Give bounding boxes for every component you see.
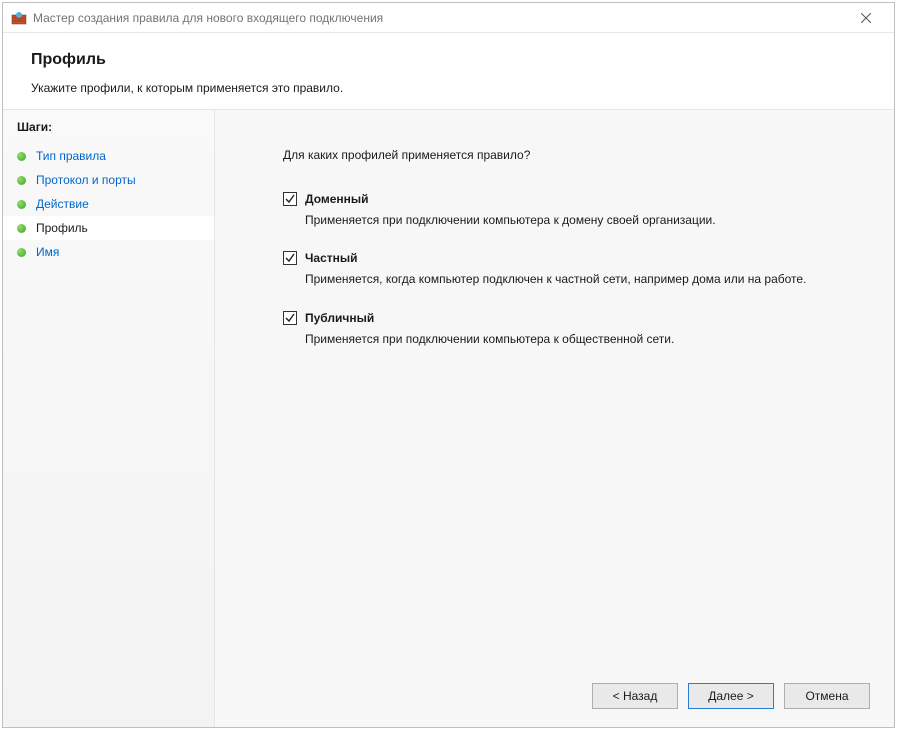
step-item-protocol-ports[interactable]: Протокол и порты xyxy=(3,168,214,192)
step-label: Тип правила xyxy=(36,149,106,163)
profile-question: Для каких профилей применяется правило? xyxy=(283,148,864,162)
option-description: Применяется при подключении компьютера к… xyxy=(283,212,833,229)
step-label: Имя xyxy=(36,245,59,259)
check-row: Частный xyxy=(283,251,864,265)
step-item-profile[interactable]: Профиль xyxy=(3,216,214,240)
check-row: Доменный xyxy=(283,192,864,206)
step-bullet-icon xyxy=(17,200,26,209)
step-item-rule-type[interactable]: Тип правила xyxy=(3,144,214,168)
main-panel: Для каких профилей применяется правило? … xyxy=(215,109,894,727)
option-label: Доменный xyxy=(305,192,369,206)
option-label: Публичный xyxy=(305,311,374,325)
main-content: Для каких профилей применяется правило? … xyxy=(215,110,894,669)
step-bullet-icon xyxy=(17,176,26,185)
checkbox-public[interactable] xyxy=(283,311,297,325)
option-domain: Доменный Применяется при подключении ком… xyxy=(283,192,864,229)
step-bullet-icon xyxy=(17,152,26,161)
titlebar: Мастер создания правила для нового входя… xyxy=(3,3,894,33)
step-item-name[interactable]: Имя xyxy=(3,240,214,264)
firewall-icon xyxy=(11,10,27,26)
step-label: Действие xyxy=(36,197,89,211)
checkbox-domain[interactable] xyxy=(283,192,297,206)
step-bullet-icon xyxy=(17,248,26,257)
cancel-button[interactable]: Отмена xyxy=(784,683,870,709)
wizard-window: Мастер создания правила для нового входя… xyxy=(2,2,895,728)
step-item-action[interactable]: Действие xyxy=(3,192,214,216)
steps-sidebar: Шаги: Тип правила Протокол и порты Дейст… xyxy=(3,109,215,727)
wizard-header: Профиль Укажите профили, к которым приме… xyxy=(3,33,894,109)
option-description: Применяется, когда компьютер подключен к… xyxy=(283,271,833,288)
close-button[interactable] xyxy=(846,4,886,32)
wizard-body: Шаги: Тип правила Протокол и порты Дейст… xyxy=(3,109,894,727)
step-bullet-icon xyxy=(17,224,26,233)
steps-title: Шаги: xyxy=(3,110,214,144)
wizard-footer: < Назад Далее > Отмена xyxy=(215,669,894,727)
step-label: Протокол и порты xyxy=(36,173,136,187)
check-row: Публичный xyxy=(283,311,864,325)
option-label: Частный xyxy=(305,251,358,265)
option-private: Частный Применяется, когда компьютер под… xyxy=(283,251,864,288)
page-title: Профиль xyxy=(31,51,866,69)
window-title: Мастер создания правила для нового входя… xyxy=(33,11,846,25)
checkbox-private[interactable] xyxy=(283,251,297,265)
next-button[interactable]: Далее > xyxy=(688,683,774,709)
option-public: Публичный Применяется при подключении ко… xyxy=(283,311,864,348)
back-button[interactable]: < Назад xyxy=(592,683,678,709)
option-description: Применяется при подключении компьютера к… xyxy=(283,331,833,348)
page-subtitle: Укажите профили, к которым применяется э… xyxy=(31,81,866,95)
step-label: Профиль xyxy=(36,221,88,235)
